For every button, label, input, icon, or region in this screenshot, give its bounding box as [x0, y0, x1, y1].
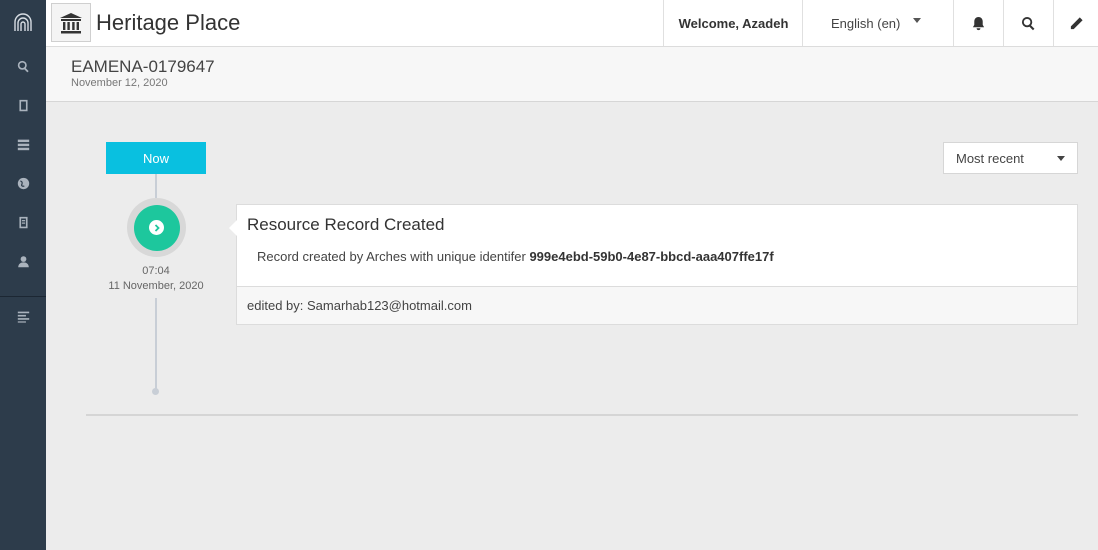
timeline-event-marker[interactable] [127, 198, 186, 257]
event-editor: edited by: Samarhab123@hotmail.com [237, 286, 1077, 324]
bell-icon [972, 16, 985, 30]
event-time: 07:04 [142, 265, 170, 277]
timeline-line-bottom [155, 298, 157, 390]
sort-order-select[interactable]: Most recent [943, 142, 1078, 174]
timeline-event-card: Resource Record Created Record created b… [229, 204, 1078, 325]
chevron-right-icon [149, 220, 164, 235]
resource-id: EAMENA-0179647 [71, 57, 215, 76]
timeline-line-top [155, 174, 157, 198]
event-timestamp: 07:04 11 November, 2020 [96, 264, 216, 294]
event-description: Record created by Arches with unique ide… [257, 249, 774, 264]
welcome-user[interactable]: Welcome, Azadeh [663, 0, 803, 46]
resource-header: EAMENA-0179647 November 12, 2020 [46, 47, 1098, 102]
resource-date: November 12, 2020 [71, 77, 168, 89]
event-identifier: 999e4ebd-59b0-4e87-bbcd-aaa407ffe17f [529, 249, 774, 264]
sidebar [0, 0, 46, 550]
sidebar-user-icon[interactable] [0, 242, 46, 281]
event-circle [133, 204, 180, 251]
sidebar-search-icon[interactable] [0, 47, 46, 86]
edit-button[interactable] [1053, 0, 1098, 46]
search-button[interactable] [1003, 0, 1053, 46]
notifications-button[interactable] [953, 0, 1003, 46]
sidebar-list-icon[interactable] [0, 297, 46, 336]
app-title: Heritage Place [96, 10, 241, 35]
timeline-divider [86, 414, 1078, 416]
event-date: 11 November, 2020 [108, 280, 204, 292]
sort-order-label: Most recent [956, 150, 1024, 166]
event-description-text: Record created by Arches with unique ide… [257, 249, 530, 264]
timeline-end-dot [152, 388, 159, 395]
arches-logo-icon[interactable] [0, 0, 46, 46]
chevron-down-icon [913, 18, 921, 23]
top-navbar: Heritage Place Welcome, Azadeh English (… [46, 0, 1098, 47]
edit-icon [1070, 16, 1083, 29]
sidebar-layers-icon[interactable] [0, 125, 46, 164]
event-title: Resource Record Created [247, 215, 445, 234]
card-pointer [229, 220, 237, 236]
now-button[interactable]: Now [106, 142, 206, 174]
language-select[interactable]: English (en) [802, 0, 953, 46]
chevron-down-icon [1057, 156, 1065, 161]
search-icon [1021, 16, 1035, 30]
sidebar-clipboard-icon[interactable] [0, 203, 46, 242]
sidebar-book-icon[interactable] [0, 86, 46, 125]
museum-icon[interactable] [51, 3, 91, 42]
sidebar-globe-icon[interactable] [0, 164, 46, 203]
language-label: English (en) [831, 15, 901, 31]
